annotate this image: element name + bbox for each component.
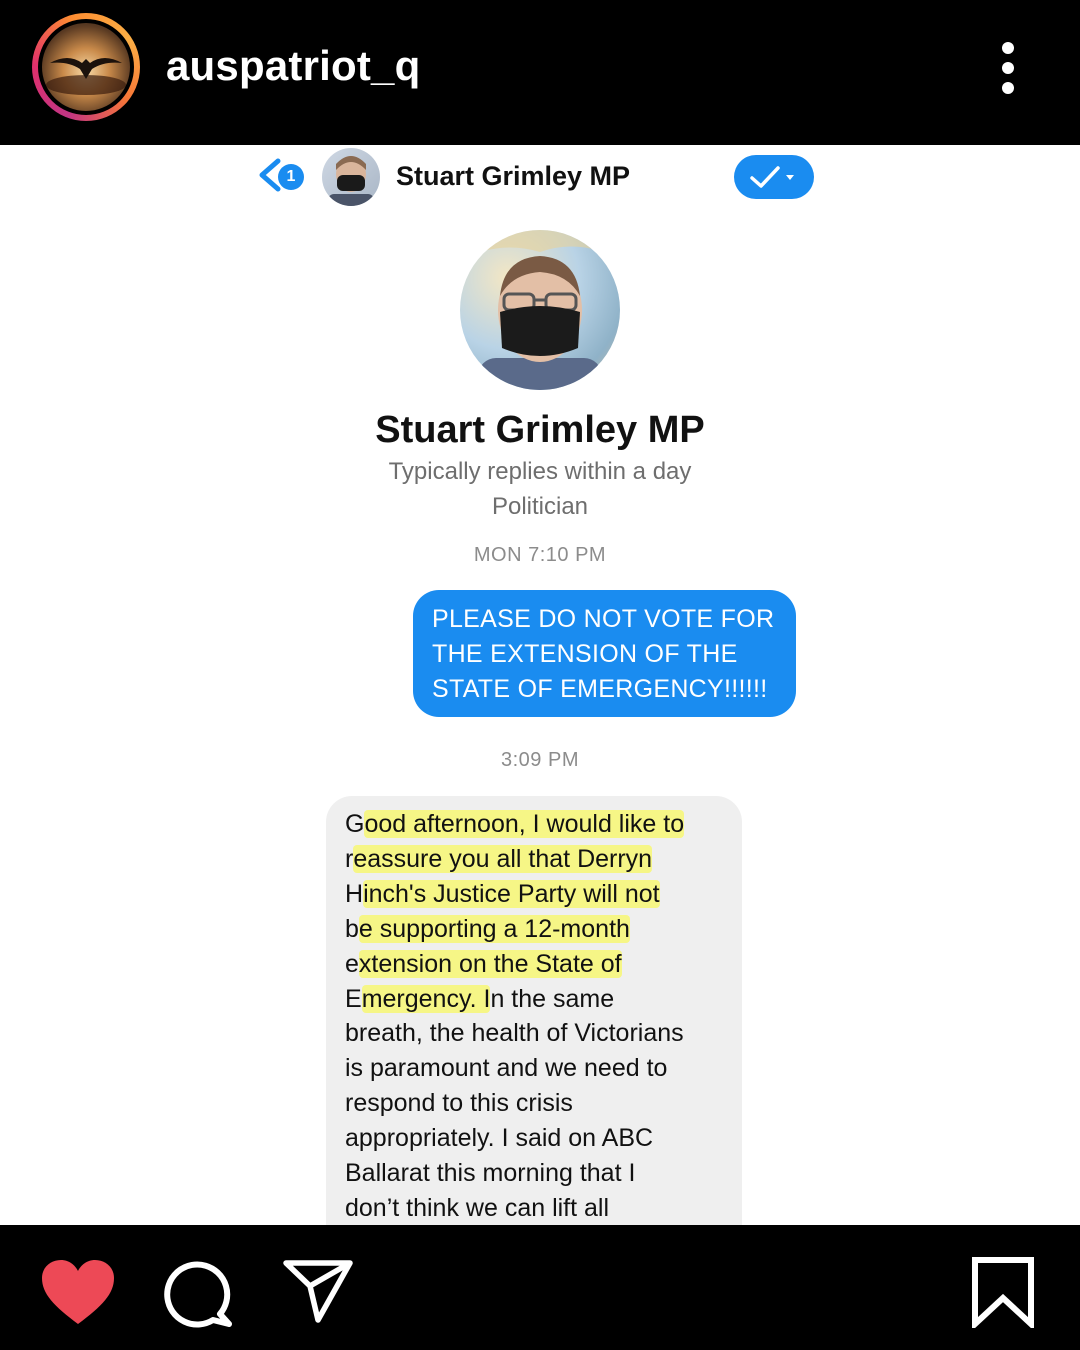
- post-username[interactable]: auspatriot_q: [166, 42, 420, 90]
- eagle-sunset-avatar[interactable]: [38, 19, 134, 115]
- timestamp: MON 7:10 PM: [473, 544, 607, 566]
- message-line: breath, the health of Victorians: [345, 1019, 684, 1048]
- message-line: reassure you all that Derryn: [345, 844, 653, 873]
- comment-icon[interactable]: [163, 1260, 233, 1328]
- message-line: don’t think we can lift all: [345, 1193, 610, 1222]
- contact-avatar[interactable]: [322, 148, 380, 206]
- message-line: PLEASE DO NOT VOTE FOR: [432, 605, 775, 633]
- message-line: STATE OF EMERGENCY!!!!!!: [432, 675, 768, 703]
- response-time: Typically replies within a day: [388, 458, 692, 485]
- story-ring[interactable]: [32, 13, 140, 121]
- unread-count-badge: 1: [278, 164, 304, 190]
- timestamp: 3:09 PM: [501, 749, 579, 771]
- send-icon[interactable]: [282, 1258, 354, 1324]
- message-line: extension on the State of: [345, 949, 622, 978]
- bookmark-icon[interactable]: [971, 1256, 1035, 1328]
- highlight: mergency. I: [361, 984, 491, 1013]
- checkmark-icon: [750, 166, 794, 188]
- verified-dropdown-button[interactable]: [734, 155, 814, 199]
- message-line: respond to this crisis: [345, 1089, 573, 1118]
- post-actions: [0, 1225, 1080, 1350]
- message-line: Emergency. In the same: [345, 984, 615, 1013]
- message-line: THE EXTENSION OF THE: [432, 640, 738, 668]
- received-message-bubble[interactable]: Good afternoon, I would like to reassure…: [326, 796, 742, 1225]
- more-vertical-icon[interactable]: [992, 40, 1024, 96]
- highlight: e supporting a 12-month: [358, 914, 630, 943]
- highlight: inch's Justice Party will not: [363, 879, 660, 908]
- heart-icon[interactable]: [40, 1258, 116, 1326]
- message-line: be supporting a 12-month: [345, 914, 630, 943]
- message-line: is paramount and we need to: [345, 1054, 668, 1083]
- messenger-top-bar: 1 Stuart Grimley MP: [0, 145, 1080, 209]
- message-line: appropriately. I said on ABC: [345, 1124, 654, 1153]
- highlight: eassure you all that Derryn: [353, 844, 653, 873]
- profile-photo: [460, 230, 620, 390]
- profile-name: Stuart Grimley MP: [375, 409, 705, 451]
- message-line: Ballarat this morning that I: [345, 1159, 636, 1188]
- post-header: auspatriot_q: [0, 0, 1080, 145]
- profile-category: Politician: [491, 493, 589, 520]
- message-line: Good afternoon, I would like to: [345, 810, 685, 838]
- message-line: Hinch's Justice Party will not: [345, 879, 660, 908]
- contact-name[interactable]: Stuart Grimley MP: [396, 161, 630, 192]
- highlight: ood afternoon, I would like to: [364, 810, 685, 838]
- highlight: xtension on the State of: [358, 949, 622, 978]
- post-image: 1 Stuart Grimley MP Stuart Grimley MP Ty…: [0, 145, 1080, 1225]
- sent-message-bubble[interactable]: PLEASE DO NOT VOTE FOR THE EXTENSION OF …: [413, 590, 796, 717]
